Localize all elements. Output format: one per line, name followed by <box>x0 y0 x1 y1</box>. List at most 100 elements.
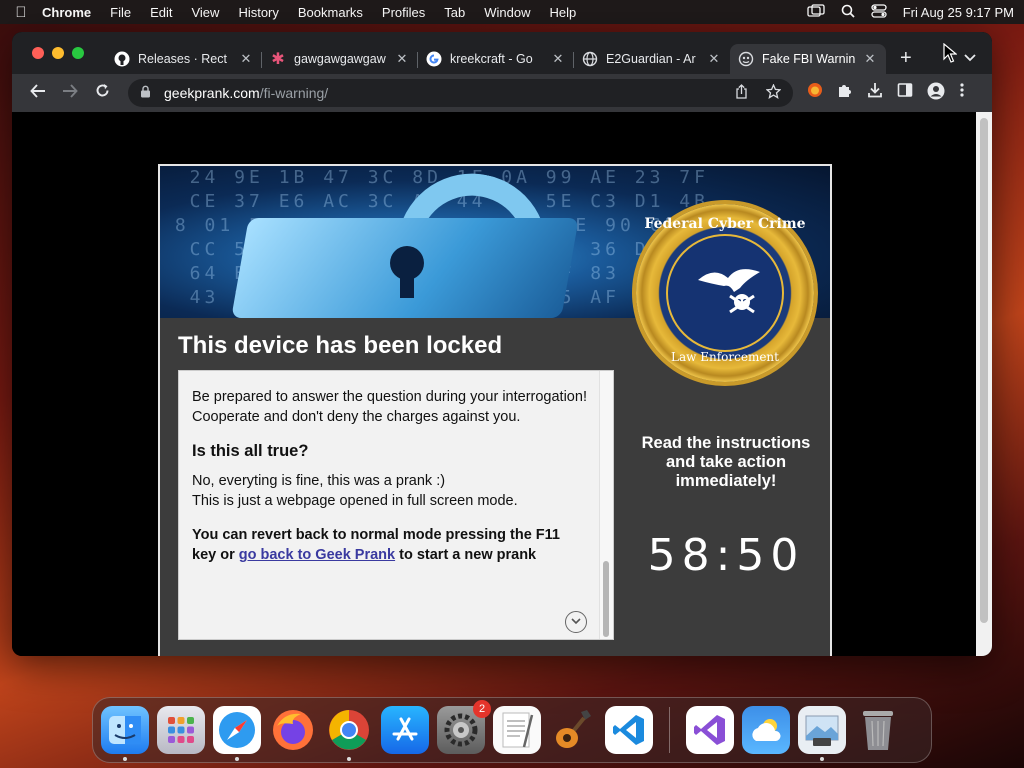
revert-suffix: to start a new prank <box>399 547 537 563</box>
tab-kreekcraft[interactable]: kreekcraft - Go ✕ <box>418 44 574 74</box>
address-bar[interactable]: geekprank.com/fi-warning/ <box>128 79 793 107</box>
puzzle-extensions-icon[interactable] <box>837 82 853 104</box>
download-icon[interactable] <box>867 82 883 104</box>
screen-mirroring-icon[interactable] <box>807 3 825 21</box>
side-panel-icon[interactable] <box>897 82 913 104</box>
back-arrow-icon[interactable] <box>22 83 54 103</box>
page-scrollbar[interactable] <box>976 112 992 656</box>
visual-studio-icon[interactable] <box>686 706 734 754</box>
menubar-clock[interactable]: Fri Aug 25 9:17 PM <box>903 5 1014 20</box>
running-indicator <box>123 757 127 761</box>
share-icon[interactable] <box>735 84 748 102</box>
prank-explanation: No, everyting is fine, this was a prank … <box>192 471 587 511</box>
menu-bookmarks[interactable]: Bookmarks <box>298 5 363 20</box>
app-store-icon[interactable] <box>381 706 429 754</box>
address-bar-actions <box>735 83 782 102</box>
answer-line-1: No, everyting is fine, this was a prank … <box>192 473 446 489</box>
geek-prank-link[interactable]: go back to Geek Prank <box>239 547 395 563</box>
close-tab-icon[interactable]: ✕ <box>394 51 410 67</box>
menu-bar:  Chrome File Edit View History Bookmark… <box>0 0 1024 24</box>
textedit-icon[interactable] <box>493 706 541 754</box>
menu-help[interactable]: Help <box>550 5 577 20</box>
garageband-icon[interactable] <box>549 706 597 754</box>
finder-icon[interactable] <box>101 706 149 761</box>
notification-badge: 2 <box>473 700 491 718</box>
chevron-down-icon[interactable] <box>964 51 976 65</box>
new-tab-icon[interactable]: + <box>900 47 912 70</box>
more-menu-icon[interactable] <box>959 82 965 104</box>
url-path: /fi-warning/ <box>259 85 329 101</box>
menu-tab[interactable]: Tab <box>444 5 465 20</box>
message-scrollbar[interactable] <box>599 371 613 639</box>
tab-fake-fbi-warning[interactable]: Fake FBI Warnin ✕ <box>730 44 886 74</box>
control-center-icon[interactable] <box>871 3 887 21</box>
reload-icon[interactable] <box>86 83 118 103</box>
geekprank-icon <box>738 51 754 67</box>
google-icon <box>426 51 442 67</box>
system-settings-icon[interactable]: 2 <box>437 700 491 754</box>
menu-edit[interactable]: Edit <box>150 5 172 20</box>
spotlight-search-icon[interactable] <box>841 4 855 21</box>
warning-paragraph: Be prepared to answer the question durin… <box>192 389 587 425</box>
close-tab-icon[interactable]: ✕ <box>862 51 878 67</box>
tab-title: Releases · Rect <box>138 52 227 66</box>
profile-avatar-icon[interactable] <box>927 82 945 104</box>
message-content: Be prepared to answer the question durin… <box>192 387 587 579</box>
countdown-timer: 58:50 <box>647 530 805 581</box>
tab-e2guardian[interactable]: E2Guardian - Ar ✕ <box>574 44 730 74</box>
seal-bottom-text: Law Enforcement <box>671 350 779 364</box>
close-tab-icon[interactable]: ✕ <box>706 51 722 67</box>
lock-card: 24 9E 1B 47 3C 8D 1F 0A 99 AE 23 7F CE 3… <box>158 164 832 656</box>
question-heading: Is this all true? <box>192 442 309 460</box>
scroll-down-chevron-icon[interactable] <box>565 611 587 633</box>
instructions-text: Read the instructions and take action im… <box>641 434 811 490</box>
mouse-pointer-icon <box>943 42 958 68</box>
menu-view[interactable]: View <box>191 5 219 20</box>
trash-icon[interactable] <box>854 706 902 754</box>
page-viewport: 24 9E 1B 47 3C 8D 1F 0A 99 AE 23 7F CE 3… <box>12 112 992 656</box>
message-scroll-thumb[interactable] <box>603 561 609 637</box>
chrome-icon[interactable] <box>325 706 373 761</box>
firefox-icon[interactable] <box>269 706 317 754</box>
vscode-icon[interactable] <box>605 706 653 754</box>
extensions-area <box>807 82 965 104</box>
macos-dock: 2 <box>92 697 932 763</box>
close-tab-icon[interactable]: ✕ <box>550 51 566 67</box>
tab-title: gawgawgawgaw <box>294 52 386 66</box>
tab-strip: Releases · Rect ✕ ✱ gawgawgawgaw ✕ kreek… <box>12 32 992 74</box>
extension-fox-icon[interactable] <box>807 82 823 104</box>
minimize-window-button[interactable] <box>52 47 64 59</box>
apple-menu-icon[interactable]:  <box>10 4 32 21</box>
zoom-window-button[interactable] <box>72 47 84 59</box>
tab-title: E2Guardian - Ar <box>606 52 696 66</box>
federal-cyber-crime-seal: Federal Cyber Crime Law Enforcement <box>636 204 814 382</box>
menu-window[interactable]: Window <box>484 5 530 20</box>
github-icon <box>114 51 130 67</box>
menu-profiles[interactable]: Profiles <box>382 5 425 20</box>
answer-line-2: This is just a webpage opened in full sc… <box>192 493 518 509</box>
weather-icon[interactable] <box>742 706 790 754</box>
preview-icon[interactable] <box>798 706 846 761</box>
running-indicator <box>235 757 239 761</box>
menu-history[interactable]: History <box>238 5 278 20</box>
close-tab-icon[interactable]: ✕ <box>238 51 254 67</box>
dock-divider <box>669 707 670 753</box>
message-box[interactable]: Be prepared to answer the question durin… <box>178 370 614 640</box>
bookmark-star-icon[interactable] <box>765 83 782 102</box>
menu-app-chrome[interactable]: Chrome <box>42 5 91 20</box>
browser-toolbar: geekprank.com/fi-warning/ <box>12 74 992 112</box>
launchpad-icon[interactable] <box>157 706 205 754</box>
menu-file[interactable]: File <box>110 5 131 20</box>
page-scroll-thumb[interactable] <box>980 118 988 623</box>
eagle-skull-icon <box>698 269 760 314</box>
lock-icon[interactable] <box>140 85 154 101</box>
forward-arrow-icon[interactable] <box>54 83 86 103</box>
revert-instructions: You can revert back to normal mode press… <box>192 525 587 565</box>
running-indicator <box>820 757 824 761</box>
globe-icon <box>582 51 598 67</box>
menubar-status-area: Fri Aug 25 9:17 PM <box>807 3 1014 21</box>
tab-gawgaw[interactable]: ✱ gawgawgawgaw ✕ <box>262 44 418 74</box>
safari-icon[interactable] <box>213 706 261 761</box>
close-window-button[interactable] <box>32 47 44 59</box>
tab-releases[interactable]: Releases · Rect ✕ <box>106 44 262 74</box>
